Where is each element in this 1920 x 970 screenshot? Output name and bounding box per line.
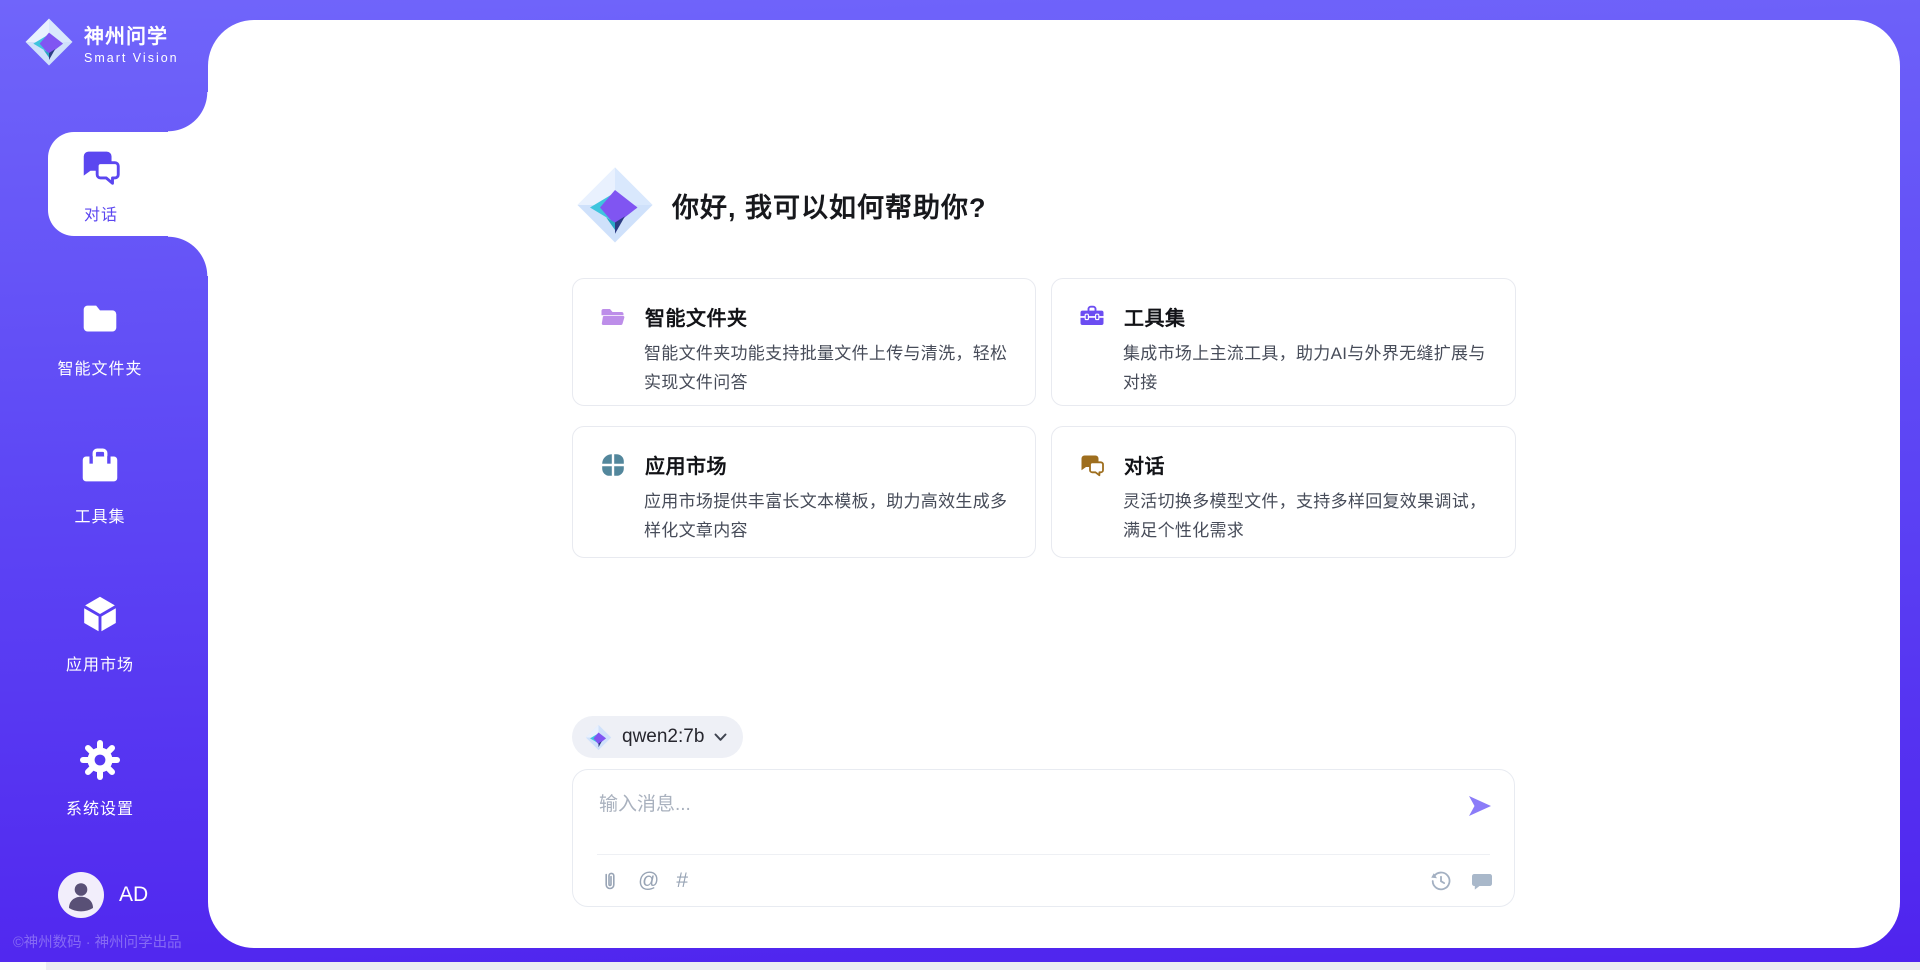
composer-divider [597,854,1490,855]
gear-icon [0,738,200,787]
sidebar-item-app-market[interactable]: 应用市场 [0,592,200,675]
feature-cards: 智能文件夹 智能文件夹功能支持批量文件上传与清洗，轻松实现文件问答 工具集 集成… [572,278,1516,558]
card-chat[interactable]: 对话 灵活切换多模型文件，支持多样回复效果调试，满足个性化需求 [1051,426,1516,558]
card-title: 对话 [1124,450,1165,479]
history-button[interactable] [1429,869,1453,893]
sidebar-item-smart-folder[interactable]: 智能文件夹 [0,296,200,379]
sidebar-item-label: 智能文件夹 [0,355,200,379]
sidebar-item-label: 工具集 [0,503,200,527]
horizontal-scrollbar[interactable] [0,962,1920,970]
attach-file-button[interactable] [599,870,621,892]
card-toolset[interactable]: 工具集 集成市场上主流工具，助力AI与外界无缝扩展与对接 [1051,278,1516,406]
app-window: 神州问学 Smart Vision 对话 智能文件夹 [0,0,1920,970]
card-title: 智能文件夹 [645,302,748,331]
sidebar-item-toolset[interactable]: 工具集 [0,444,200,527]
card-description: 灵活切换多模型文件，支持多样回复效果调试，满足个性化需求 [1123,487,1489,545]
send-icon [1466,792,1494,820]
sidebar-item-chat[interactable]: 对话 [48,132,209,236]
card-description: 智能文件夹功能支持批量文件上传与清洗，轻松实现文件问答 [644,339,1009,397]
greeting: 你好, 我可以如何帮助你? [575,165,987,245]
sidebar-item-label: 系统设置 [0,795,200,819]
user-name: AD [119,883,148,907]
brand-diamond-logo-icon [24,17,74,67]
paperclip-icon [599,870,621,892]
model-selector[interactable]: qwen2:7b [572,716,743,758]
model-name: qwen2:7b [622,726,704,748]
chat-bubble-button[interactable] [1470,869,1494,893]
hash-icon: # [676,869,688,892]
folder-icon [599,303,627,331]
sidebar: 神州问学 Smart Vision 对话 智能文件夹 [0,0,208,970]
tab-notch-top [168,92,208,132]
card-smart-folder[interactable]: 智能文件夹 智能文件夹功能支持批量文件上传与清洗，轻松实现文件问答 [572,278,1036,406]
model-diamond-logo-icon [585,724,612,751]
greeting-diamond-logo-icon [575,165,655,245]
avatar-person-icon [58,872,104,918]
cube-icon [0,592,200,643]
card-title: 应用市场 [645,450,727,479]
brand-subtitle: Smart Vision [84,51,179,65]
chat-icon [78,143,124,194]
folder-icon [0,296,200,347]
card-title: 工具集 [1124,302,1186,331]
toolbox-icon [0,444,200,495]
at-icon: @ [638,869,659,892]
user-avatar-button[interactable]: AD [58,872,148,918]
message-composer: @ # [572,769,1515,907]
card-app-market[interactable]: 应用市场 应用市场提供丰富长文本模板，助力高效生成多样化文章内容 [572,426,1036,558]
greeting-text: 你好, 我可以如何帮助你? [672,186,987,225]
card-description: 集成市场上主流工具，助力AI与外界无缝扩展与对接 [1123,339,1489,397]
tab-notch-bottom [168,236,208,276]
message-input[interactable] [599,789,1429,847]
chat-bubble-icon [1470,869,1494,893]
scrollbar-corner [0,962,46,970]
brand-name: 神州问学 [84,26,168,48]
composer-toolbar: @ # [599,866,1494,896]
toolbox-icon [1078,303,1106,331]
sidebar-item-settings[interactable]: 系统设置 [0,738,200,819]
copyright-text: ©神州数码 · 神州问学出品 [13,931,182,952]
sidebar-item-label: 应用市场 [0,651,200,675]
hash-topic-button[interactable]: # [676,870,688,892]
card-description: 应用市场提供丰富长文本模板，助力高效生成多样化文章内容 [644,487,1009,545]
at-mention-button[interactable]: @ [638,870,659,892]
grid-icon [599,451,627,479]
sidebar-item-label: 对话 [84,201,118,225]
brand: 神州问学 Smart Vision [24,17,179,67]
chat-icon [1078,451,1106,479]
history-icon [1429,869,1453,893]
chevron-down-icon [714,733,727,742]
send-button[interactable] [1466,792,1494,820]
